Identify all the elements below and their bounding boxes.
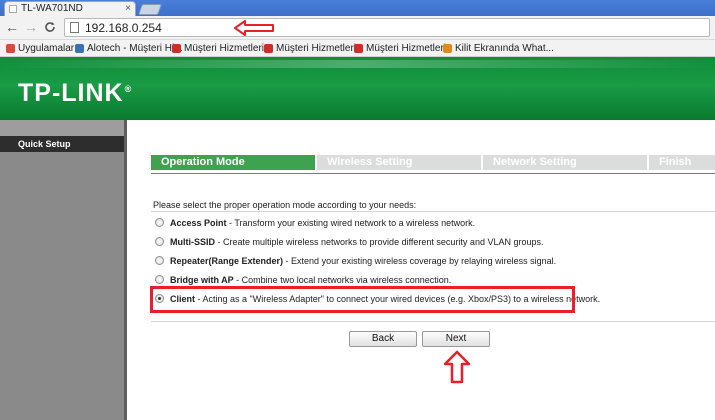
page-icon [354, 44, 363, 53]
divider [151, 321, 715, 322]
radio-access-point[interactable] [155, 218, 164, 227]
bookmark-musteri-2[interactable]: Müşteri Hizmetleri [264, 42, 356, 55]
option-name: Access Point [170, 218, 227, 228]
browser-toolbar: ← → 192.168.0.254 [0, 16, 715, 40]
new-tab-button[interactable] [137, 4, 163, 15]
bookmark-apps[interactable]: Uygulamalar [6, 42, 74, 55]
option-name: Multi-SSID [170, 237, 215, 247]
option-description: - Transform your existing wired network … [226, 218, 476, 228]
page-icon [264, 44, 273, 53]
mode-prompt: Please select the proper operation mode … [153, 200, 417, 210]
bookmark-label: Alotech - Müşteri Hi... [87, 43, 183, 54]
step-operation-mode: Operation Mode [151, 155, 315, 170]
page-icon [172, 44, 181, 53]
option-name: Repeater(Range Extender) [170, 256, 284, 266]
annotation-arrow-left-icon [234, 20, 274, 36]
option-description: - Create multiple wireless networks to p… [215, 237, 544, 247]
option-description: - Combine two local networks via wireles… [233, 275, 452, 285]
tab-favicon-icon [9, 5, 17, 13]
tp-link-logo: TP-LINK® [18, 79, 132, 108]
back-button[interactable]: Back [349, 331, 417, 347]
url-text[interactable]: 192.168.0.254 [85, 21, 162, 35]
tab-title: TL-WA701ND [21, 3, 83, 14]
steps-underline [151, 173, 715, 174]
sidebar-top-band [0, 120, 127, 136]
left-menu: Quick Setup [0, 120, 127, 420]
alotech-icon [75, 44, 84, 53]
back-arrow-icon[interactable]: ← [4, 19, 20, 35]
bookmark-label: Uygulamalar [18, 43, 75, 54]
radio-repeater[interactable] [155, 256, 164, 265]
page-icon [70, 22, 79, 33]
menu-item-quick-setup[interactable]: Quick Setup [0, 136, 124, 152]
logo-registered-mark: ® [124, 83, 133, 94]
option-name: Bridge with AP [170, 275, 234, 285]
step-wireless-setting: Wireless Setting [317, 155, 481, 170]
address-bar[interactable]: 192.168.0.254 [64, 18, 710, 37]
bookmark-musteri-1[interactable]: Müşteri Hizmetleri [172, 42, 264, 55]
annotation-highlight-box [150, 286, 575, 313]
bookmark-label: Müşteri Hizmetleri [184, 43, 265, 54]
header-stripe [0, 60, 715, 68]
step-finish: Finish [649, 155, 715, 170]
radio-multi-ssid[interactable] [155, 237, 164, 246]
logo-text: TP-LINK [18, 79, 124, 107]
divider [151, 211, 715, 212]
bookmark-alotech[interactable]: Alotech - Müşteri Hi... [75, 42, 183, 55]
bookmark-musteri-3[interactable]: Müşteri Hizmetleri [354, 42, 446, 55]
radio-bridge-with-ap[interactable] [155, 275, 164, 284]
next-button[interactable]: Next [422, 331, 490, 347]
reload-icon[interactable] [42, 19, 58, 35]
main-content: Operation Mode Wireless Setting Network … [127, 120, 715, 420]
option-description: - Extend your existing wireless coverage… [283, 256, 557, 266]
browser-tab[interactable]: TL-WA701ND × [4, 1, 136, 16]
annotation-arrow-up-icon [443, 350, 471, 384]
apps-grid-icon [6, 44, 15, 53]
bookmark-kilit[interactable]: Kilit Ekranında What... [443, 42, 554, 55]
wizard-steps: Operation Mode Wireless Setting Network … [151, 155, 715, 170]
bookmark-label: Kilit Ekranında What... [455, 43, 554, 54]
forward-arrow-icon[interactable]: → [23, 19, 39, 35]
bookmark-label: Müşteri Hizmetleri [276, 43, 357, 54]
browser-tab-bar: TL-WA701ND × [0, 0, 715, 16]
bookmark-label: Müşteri Hizmetleri [366, 43, 447, 54]
elb-icon [443, 44, 452, 53]
bookmarks-bar: Uygulamalar Alotech - Müşteri Hi... Müşt… [0, 40, 715, 57]
tab-close-icon[interactable]: × [125, 2, 131, 15]
router-header: TP-LINK® [0, 57, 715, 120]
step-network-setting: Network Setting [483, 155, 647, 170]
